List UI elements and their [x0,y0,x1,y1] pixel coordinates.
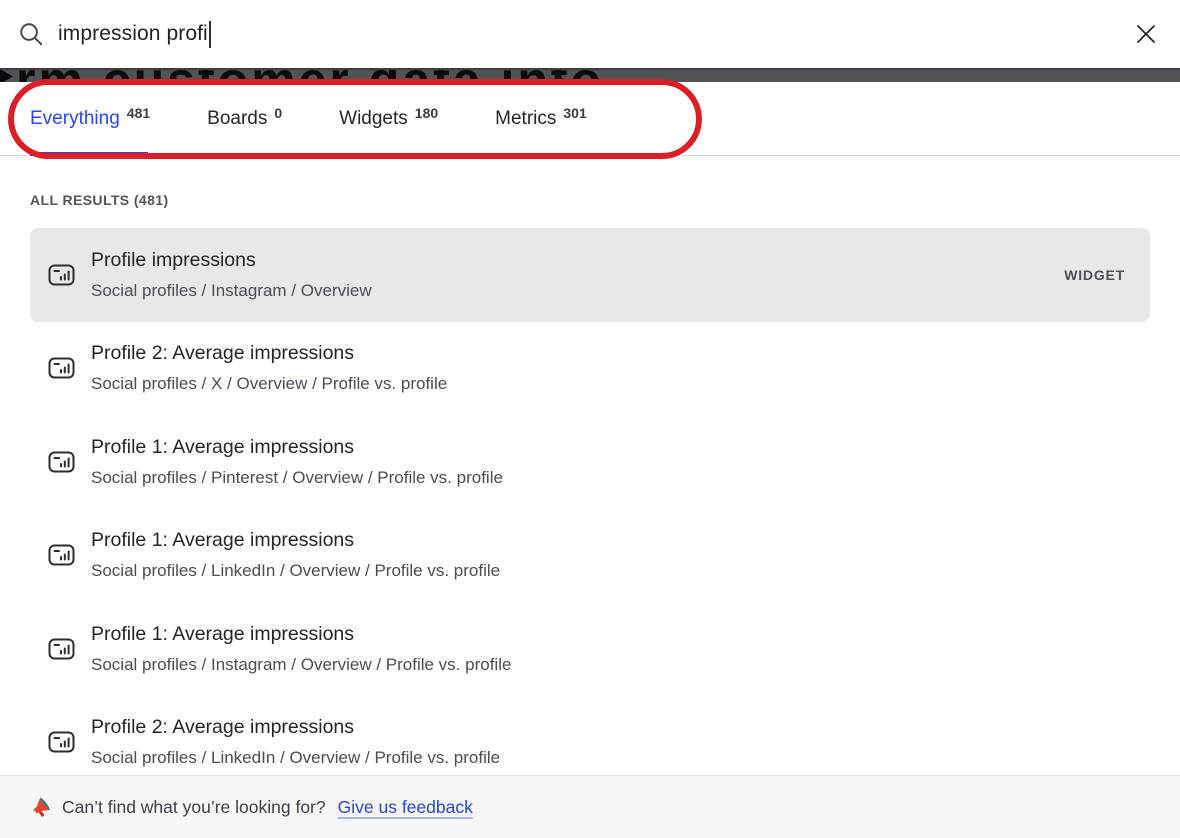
background-page-strip: rm customer data into [0,68,1180,82]
feedback-footer: Can’t find what you’re looking for? Give… [0,775,1180,838]
close-button[interactable] [1128,16,1164,52]
background-heading-fragment: rm customer data into [16,68,604,82]
result-text: Profile impressions Social profiles / In… [91,248,372,302]
result-breadcrumb: Social profiles / LinkedIn / Overview / … [91,746,500,769]
widget-chart-icon [48,731,75,753]
tab-count: 180 [415,106,438,120]
tab-widgets[interactable]: Widgets 180 [339,107,438,131]
result-title: Profile 2: Average impressions [91,715,500,740]
search-result-row[interactable]: Profile 2: Average impressions Social pr… [30,322,1150,416]
tab-count: 481 [127,106,150,120]
tab-label: Metrics [495,107,556,131]
result-breadcrumb: Social profiles / Instagram / Overview /… [91,653,511,676]
tab-metrics[interactable]: Metrics 301 [495,107,587,131]
search-icon [18,21,44,47]
tab-label: Widgets [339,107,408,131]
search-result-row[interactable]: Profile 1: Average impressions Social pr… [30,509,1150,603]
result-text: Profile 1: Average impressions Social pr… [91,435,503,489]
result-text: Profile 1: Average impressions Social pr… [91,528,500,582]
results-list: Profile impressions Social profiles / In… [30,228,1150,775]
tab-boards[interactable]: Boards 0 [207,107,282,131]
tab-label: Everything [30,107,120,131]
result-title: Profile 1: Average impressions [91,622,511,647]
background-glyph-fragment [0,69,13,82]
text-caret [209,21,211,48]
feedback-link[interactable]: Give us feedback [338,797,473,818]
tab-count: 0 [274,106,282,120]
result-breadcrumb: Social profiles / LinkedIn / Overview / … [91,559,500,582]
result-text: Profile 2: Average impressions Social pr… [91,341,447,395]
widget-chart-icon [48,357,75,379]
widget-chart-icon [48,638,75,660]
widget-chart-icon [48,451,75,473]
active-tab-underline [30,152,148,156]
result-breadcrumb: Social profiles / X / Overview / Profile… [91,372,447,395]
tab-everything[interactable]: Everything 481 [30,107,150,131]
result-type-badge: WIDGET [1064,267,1125,283]
result-text: Profile 2: Average impressions Social pr… [91,715,500,769]
tab-count: 301 [563,106,586,120]
results-panel: ALL RESULTS (481) Profile impressions So… [0,156,1180,775]
search-result-row[interactable]: Profile impressions Social profiles / In… [30,228,1150,322]
search-query-text: impression profi [58,22,208,46]
search-bar: impression profi [0,0,1180,68]
widget-chart-icon [48,264,75,286]
search-result-row[interactable]: Profile 1: Average impressions Social pr… [30,415,1150,509]
widget-chart-icon [48,544,75,566]
result-title: Profile impressions [91,248,372,273]
result-title: Profile 1: Average impressions [91,435,503,460]
megaphone-icon [30,796,52,818]
search-result-row[interactable]: Profile 1: Average impressions Social pr… [30,602,1150,696]
result-title: Profile 1: Average impressions [91,528,500,553]
result-breadcrumb: Social profiles / Instagram / Overview [91,279,372,302]
search-input[interactable]: impression profi [58,21,1128,48]
result-text: Profile 1: Average impressions Social pr… [91,622,511,676]
tab-label: Boards [207,107,267,131]
result-title: Profile 2: Average impressions [91,341,447,366]
results-section-header: ALL RESULTS (481) [30,192,1150,208]
result-breadcrumb: Social profiles / Pinterest / Overview /… [91,466,503,489]
search-result-row[interactable]: Profile 2: Average impressions Social pr… [30,696,1150,776]
close-icon [1134,22,1158,46]
result-tabs: Everything 481 Boards 0 Widgets 180 Metr… [0,82,1180,156]
feedback-question: Can’t find what you’re looking for? [62,797,326,818]
